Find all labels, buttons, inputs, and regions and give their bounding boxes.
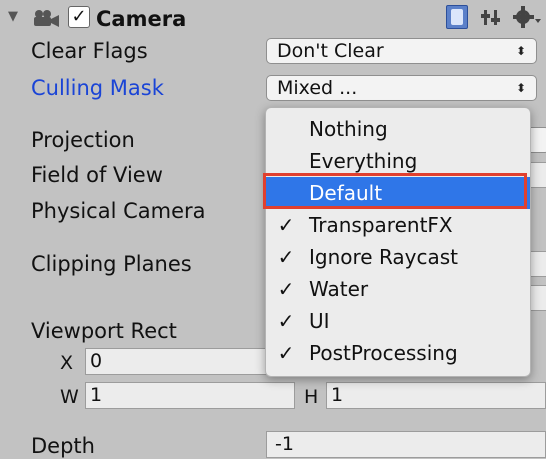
menu-item-label: TransparentFX — [309, 213, 453, 237]
menu-item-label: UI — [309, 309, 330, 333]
menu-item-ui[interactable]: ✓ UI — [266, 305, 530, 337]
viewport-w-input[interactable]: 1 — [85, 382, 295, 409]
depth-value: -1 — [275, 433, 294, 455]
menu-item-ignore-raycast[interactable]: ✓ Ignore Raycast — [266, 241, 530, 273]
viewport-h-input[interactable]: 1 — [326, 382, 546, 409]
check-icon: ✓ — [277, 341, 295, 365]
culling-mask-label: Culling Mask — [31, 76, 164, 100]
menu-item-nothing[interactable]: Nothing — [266, 113, 530, 145]
projection-label: Projection — [31, 128, 135, 152]
physical-camera-label: Physical Camera — [31, 199, 206, 223]
menu-item-transparentfx[interactable]: ✓ TransparentFX — [266, 209, 530, 241]
menu-item-label: PostProcessing — [309, 341, 458, 365]
check-icon: ✓ — [277, 245, 295, 269]
viewport-x-value: 0 — [90, 350, 103, 372]
selection-highlight-box — [263, 173, 527, 209]
clear-flags-dropdown[interactable]: Don't Clear ⬍ — [266, 38, 537, 64]
viewport-w-value: 1 — [90, 384, 103, 406]
check-icon: ✓ — [277, 213, 295, 237]
viewport-x-input[interactable]: 0 — [85, 348, 295, 375]
depth-label: Depth — [31, 434, 95, 458]
camera-icon — [34, 10, 59, 27]
foldout-arrow-icon[interactable]: ▼ — [8, 9, 18, 24]
menu-item-label: Water — [309, 277, 369, 301]
component-enabled-checkbox[interactable]: ✓ — [68, 6, 90, 28]
gear-icon[interactable] — [513, 5, 543, 29]
field-of-view-label: Field of View — [31, 163, 163, 187]
help-icon[interactable] — [446, 5, 468, 29]
menu-item-postprocessing[interactable]: ✓ PostProcessing — [266, 337, 530, 369]
check-icon: ✓ — [277, 309, 295, 333]
check-icon: ✓ — [277, 277, 295, 301]
viewport-h-label: H — [304, 386, 319, 408]
component-title: Camera — [96, 7, 187, 31]
culling-mask-dropdown[interactable]: Mixed ... ⬍ — [266, 75, 537, 101]
presets-icon[interactable] — [481, 6, 503, 28]
clear-flags-label: Clear Flags — [31, 39, 148, 63]
dropdown-arrow-icon: ⬍ — [515, 44, 526, 58]
culling-mask-value: Mixed ... — [277, 77, 358, 99]
menu-item-label: Nothing — [309, 117, 388, 141]
culling-mask-menu: Nothing Everything Default ✓ Transparent… — [265, 107, 531, 377]
clipping-planes-label: Clipping Planes — [31, 252, 192, 276]
menu-item-water[interactable]: ✓ Water — [266, 273, 530, 305]
viewport-h-value: 1 — [331, 384, 344, 406]
menu-item-label: Ignore Raycast — [309, 245, 459, 269]
dropdown-arrow-icon: ⬍ — [515, 81, 526, 95]
viewport-x-label: X — [60, 352, 74, 374]
viewport-rect-label: Viewport Rect — [31, 319, 177, 343]
viewport-w-label: W — [60, 386, 79, 408]
clear-flags-value: Don't Clear — [277, 40, 384, 62]
